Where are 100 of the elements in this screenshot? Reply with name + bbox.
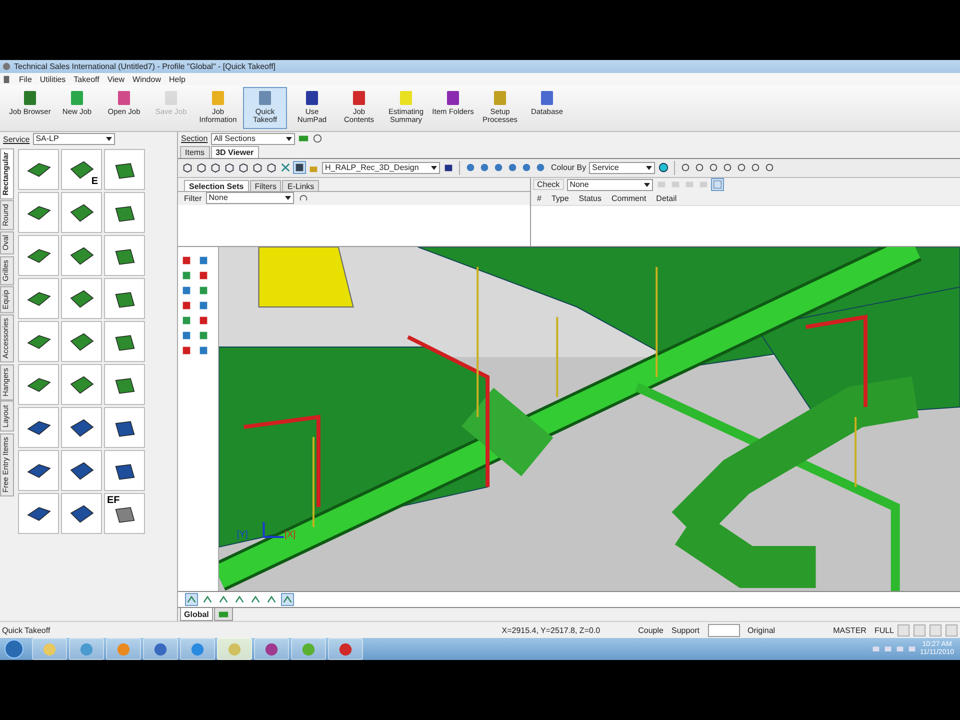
- menu-item[interactable]: Takeoff: [74, 74, 100, 84]
- sheet-tab[interactable]: Global: [180, 608, 213, 621]
- tool-icon[interactable]: [181, 285, 192, 296]
- shading-icon[interactable]: [479, 162, 490, 174]
- fitting-button[interactable]: [61, 407, 102, 448]
- tool-icon[interactable]: [181, 330, 192, 342]
- panel-tab[interactable]: E-Links: [282, 180, 320, 190]
- snap-icon[interactable]: [250, 594, 261, 606]
- grid-icon[interactable]: [712, 179, 723, 190]
- snap-icon[interactable]: [202, 594, 213, 606]
- column-header[interactable]: #: [537, 194, 542, 202]
- shading-icon[interactable]: [521, 162, 532, 174]
- tool-icon[interactable]: [198, 270, 209, 282]
- fitting-button[interactable]: [104, 450, 145, 491]
- fitting-button[interactable]: [61, 321, 102, 362]
- fitting-button[interactable]: [61, 192, 102, 233]
- fitting-button[interactable]: [104, 235, 145, 276]
- snap-icon[interactable]: [282, 594, 293, 606]
- fitting-button[interactable]: [104, 192, 145, 233]
- fitting-button[interactable]: [61, 278, 102, 319]
- fitting-button[interactable]: [104, 149, 145, 190]
- view-tab[interactable]: 3D Viewer: [210, 146, 259, 158]
- fitting-button[interactable]: [18, 321, 59, 362]
- column-header[interactable]: Detail: [656, 194, 677, 202]
- design-dropdown[interactable]: H_RALP_Rec_3D_Design: [322, 162, 440, 174]
- view-tool-icon[interactable]: [722, 162, 734, 174]
- colour-by-dropdown[interactable]: Service: [589, 162, 656, 174]
- tool-icon[interactable]: [198, 345, 209, 356]
- fitting-button[interactable]: [18, 192, 59, 233]
- fitting-button[interactable]: [18, 278, 59, 319]
- view-tool-icon[interactable]: [694, 162, 706, 174]
- fitting-button[interactable]: [61, 235, 102, 276]
- snap-icon[interactable]: [234, 594, 245, 606]
- check-tool-icon[interactable]: [698, 179, 709, 190]
- colour-icon[interactable]: [658, 162, 670, 174]
- view-tool-icon[interactable]: [764, 162, 776, 174]
- shading-icon[interactable]: [535, 162, 546, 174]
- view-tool-icon[interactable]: [680, 162, 692, 174]
- fitting-button[interactable]: [18, 450, 59, 491]
- taskbar-app[interactable]: [328, 638, 363, 660]
- filter-dropdown[interactable]: None: [206, 192, 294, 204]
- view-tool-icon[interactable]: [750, 162, 762, 174]
- tool-icon[interactable]: [198, 315, 209, 326]
- fitting-button[interactable]: [104, 407, 145, 448]
- fitting-button[interactable]: [18, 364, 59, 405]
- tool-icon[interactable]: [181, 300, 192, 312]
- shading-icon[interactable]: [493, 162, 504, 174]
- fitting-button[interactable]: [61, 450, 102, 491]
- panel-tab[interactable]: Filters: [250, 180, 282, 190]
- taskbar-app[interactable]: [180, 638, 215, 660]
- view-tool-icon[interactable]: [736, 162, 748, 174]
- toolbar-icon: [257, 90, 273, 106]
- menu-item[interactable]: View: [107, 74, 125, 84]
- check-tool-icon[interactable]: [684, 179, 695, 190]
- column-header[interactable]: Type: [551, 194, 569, 202]
- fitting-button[interactable]: [104, 364, 145, 405]
- tool-icon[interactable]: [181, 315, 192, 326]
- fitting-button[interactable]: [18, 493, 59, 534]
- tool-icon[interactable]: [181, 255, 192, 266]
- tool-icon[interactable]: [198, 300, 209, 312]
- tool-icon[interactable]: [198, 255, 209, 266]
- snap-icon[interactable]: [218, 594, 229, 606]
- toolbar-icon: [398, 90, 414, 106]
- fitting-button[interactable]: EF: [104, 493, 145, 534]
- refresh-icon[interactable]: [298, 192, 309, 204]
- menu-item[interactable]: Window: [132, 74, 161, 84]
- fitting-button[interactable]: E: [61, 149, 102, 190]
- snap-icon[interactable]: [186, 594, 197, 606]
- column-header[interactable]: Comment: [611, 194, 646, 202]
- fitting-button[interactable]: [61, 493, 102, 534]
- shading-icon[interactable]: [465, 162, 476, 174]
- toolbar-icon: [304, 90, 320, 106]
- section-dropdown[interactable]: All Sections: [210, 132, 295, 145]
- start-button[interactable]: [4, 639, 24, 659]
- view-tab[interactable]: Items: [180, 146, 210, 158]
- tool-icon[interactable]: [198, 330, 209, 342]
- check-tool-icon[interactable]: [656, 179, 667, 190]
- dropdown-field[interactable]: SA-LP: [32, 133, 115, 145]
- check-dropdown[interactable]: None: [566, 178, 653, 190]
- fitting-button[interactable]: [18, 407, 59, 448]
- tool-icon[interactable]: [198, 285, 209, 296]
- fitting-button[interactable]: [104, 321, 145, 362]
- fitting-button[interactable]: [104, 278, 145, 319]
- tool-icon[interactable]: [181, 270, 192, 282]
- snap-icon[interactable]: [266, 594, 277, 606]
- tool-icon[interactable]: [181, 345, 192, 356]
- taskbar-app[interactable]: [254, 638, 289, 660]
- sheet-tab[interactable]: [214, 608, 233, 621]
- menu-item[interactable]: Utilities: [40, 74, 66, 84]
- fitting-button[interactable]: [18, 149, 59, 190]
- menu-item[interactable]: Help: [168, 74, 186, 84]
- view-tool-icon[interactable]: [708, 162, 720, 174]
- menu-item[interactable]: File: [19, 74, 32, 84]
- panel-tab[interactable]: Selection Sets: [184, 180, 249, 190]
- check-tool-icon[interactable]: [670, 179, 681, 190]
- fitting-button[interactable]: [61, 364, 102, 405]
- taskbar-app[interactable]: [143, 638, 178, 660]
- fitting-button[interactable]: [18, 235, 59, 276]
- shading-icon[interactable]: [507, 162, 518, 174]
- column-header[interactable]: Status: [578, 194, 602, 202]
